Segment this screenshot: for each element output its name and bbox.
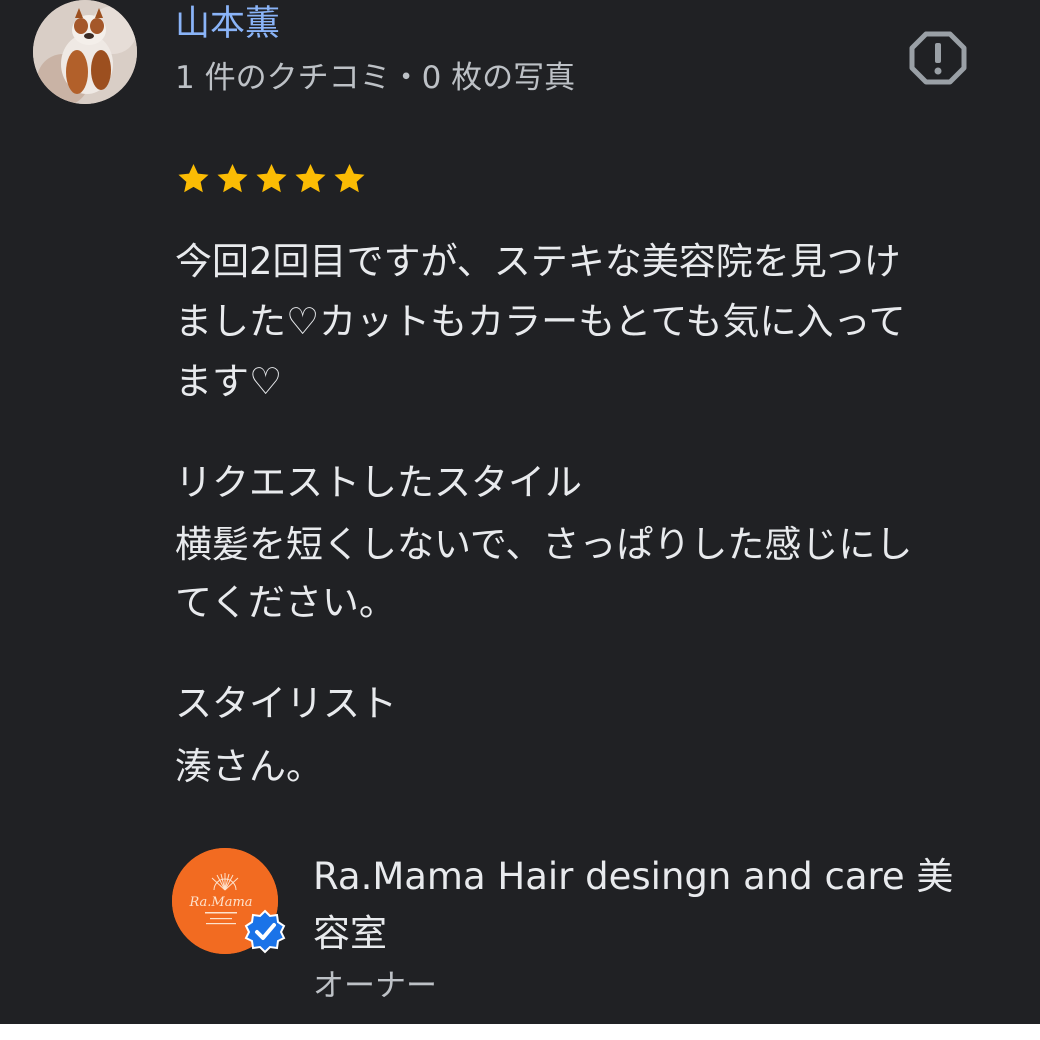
stylist-label: スタイリスト bbox=[175, 682, 397, 725]
star-icon bbox=[295, 163, 326, 193]
report-icon bbox=[909, 31, 967, 85]
review-card: 山本薫 1 件のクチコミ・0 枚の写真 今回2回目ですが、ステキな美容院を見つけ… bbox=[0, 0, 1040, 1024]
star-icon bbox=[256, 163, 287, 193]
star-icon bbox=[178, 163, 209, 193]
cat-photo-avatar-icon bbox=[33, 0, 137, 104]
reviewer-review-count: 1 件のクチコミ・0 枚の写真 bbox=[175, 60, 576, 96]
reviewer-name[interactable]: 山本薫 bbox=[175, 2, 280, 46]
reviewer-avatar[interactable] bbox=[33, 0, 137, 104]
requested-style-label: リクエストしたスタイル bbox=[175, 461, 582, 504]
star-rating bbox=[174, 160, 369, 198]
requested-style-value: 横髪を短くしないで、さっぱりした感じにし てください。 bbox=[175, 523, 913, 624]
report-button[interactable] bbox=[905, 28, 971, 88]
star-icon bbox=[334, 163, 365, 193]
star-icon bbox=[217, 163, 248, 193]
owner-name[interactable]: Ra.Mama Hair desingn and care 美 容室 bbox=[313, 848, 1013, 962]
verified-check-icon bbox=[244, 909, 286, 954]
stylist-value: 湊さん。 bbox=[175, 745, 323, 788]
review-text: 今回2回目ですが、ステキな美容院を見つけ ました♡カットもカラーもとても気に入っ… bbox=[175, 240, 906, 403]
owner-role: オーナー bbox=[313, 968, 437, 1004]
verified-badge bbox=[242, 908, 288, 954]
